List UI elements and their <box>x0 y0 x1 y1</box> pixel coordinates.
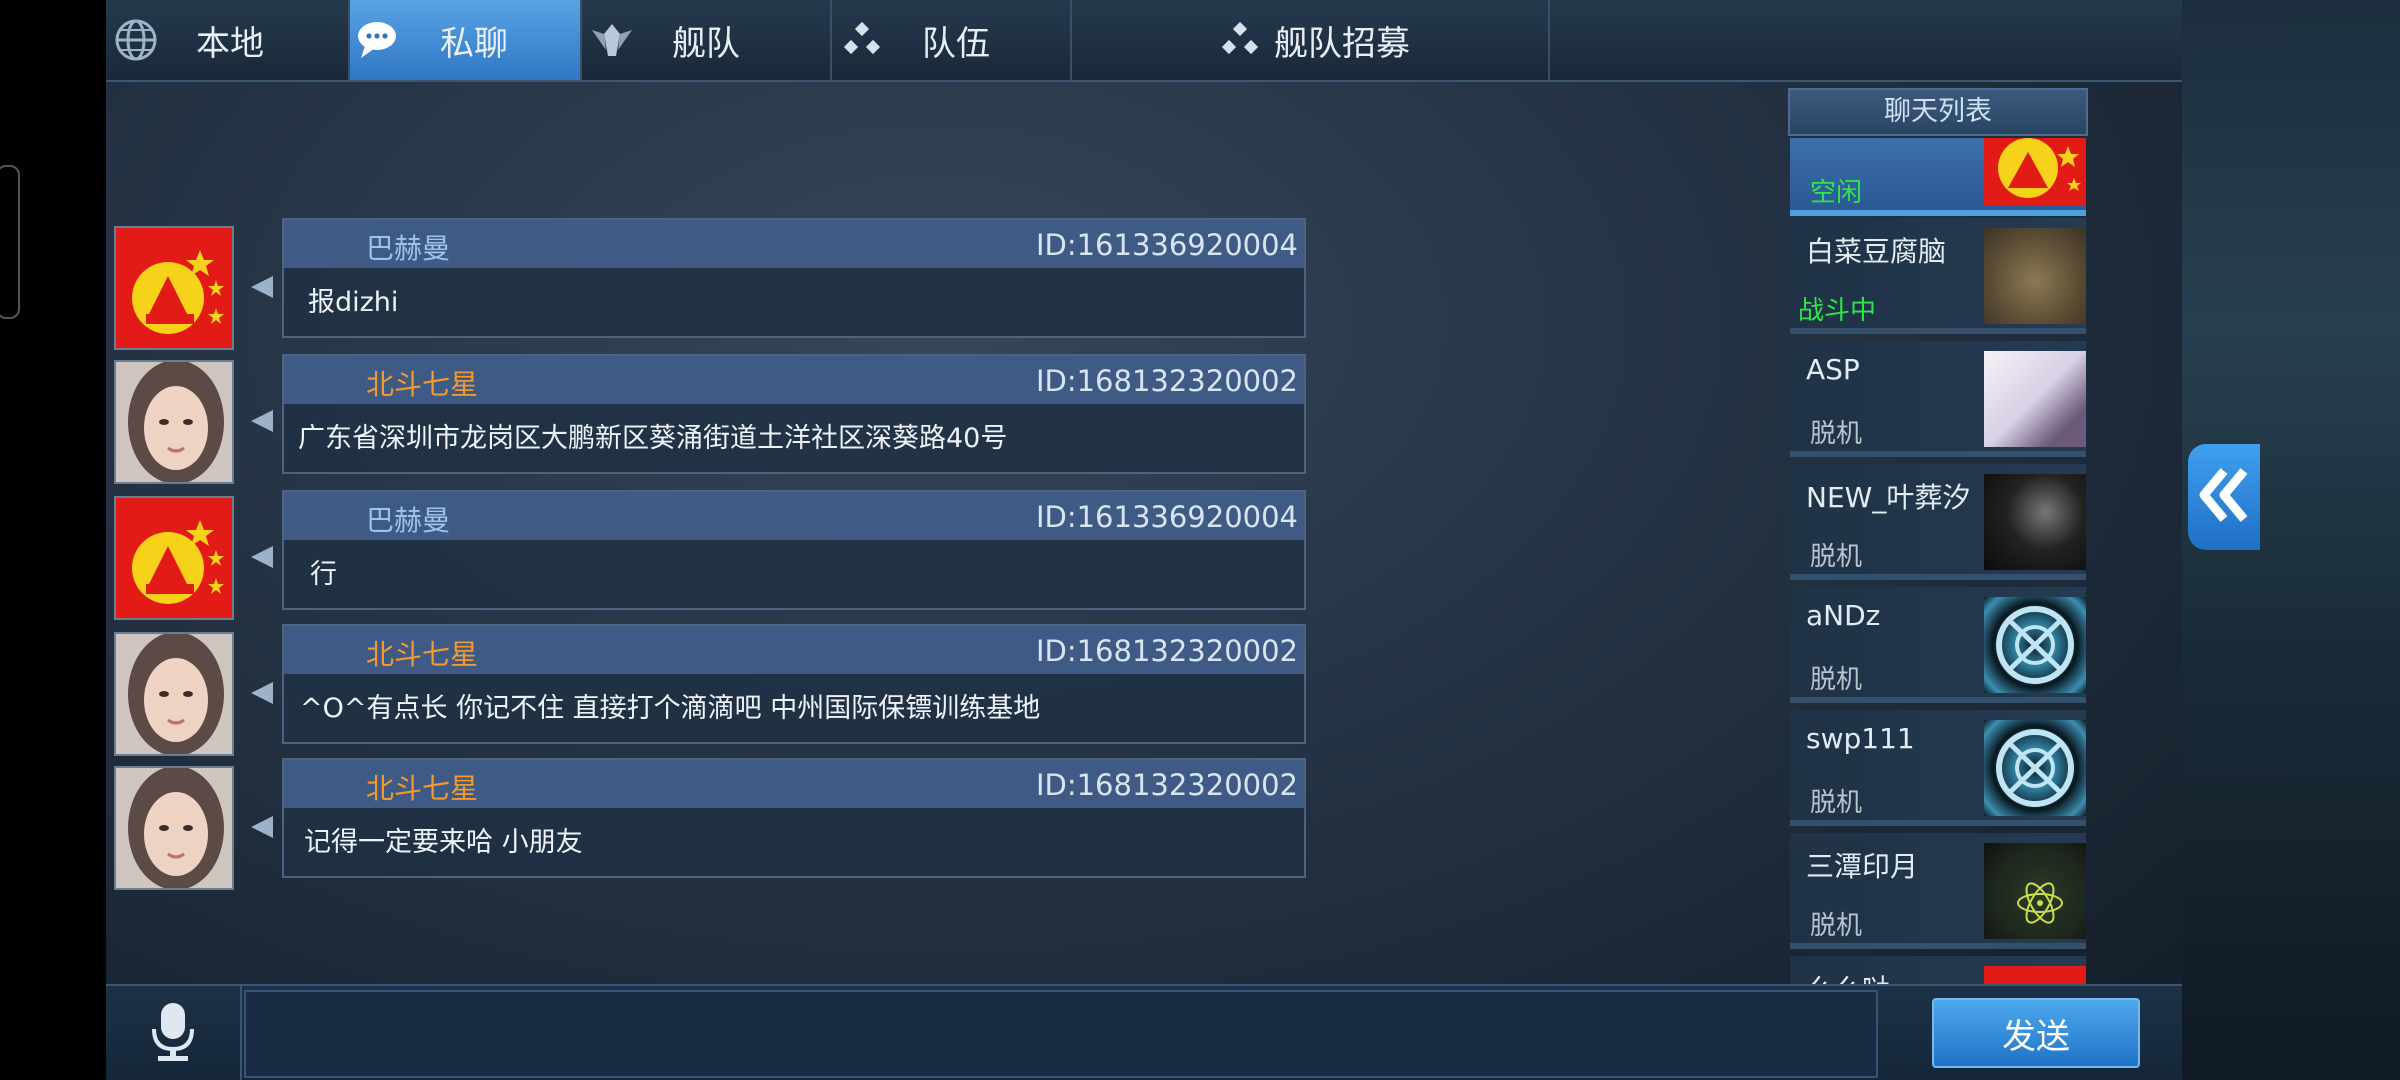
tab-label: 本地 <box>196 23 264 64</box>
message-text: 行 <box>310 559 337 590</box>
contact-name: swp111 <box>1806 722 1915 755</box>
message-bubble: 北斗七星 ID:168132320002 广东省深圳市龙岗区大鹏新区葵涌街道土洋… <box>282 354 1306 474</box>
contact-name: 么么哒 <box>1806 968 1890 984</box>
sender-id: ID:161336920004 <box>1035 228 1298 262</box>
contact-avatar <box>1984 351 2086 447</box>
avatar[interactable] <box>114 766 234 890</box>
avatar[interactable] <box>114 632 234 756</box>
tab-local[interactable]: 本地 <box>106 0 350 80</box>
tab-label: 舰队 <box>672 23 740 64</box>
contact-avatar <box>1984 597 2086 693</box>
team-dots-icon <box>1210 20 1270 60</box>
send-button[interactable]: 发送 <box>1932 998 2140 1068</box>
tab-label: 舰队招募 <box>1274 23 1410 64</box>
tab-private-chat[interactable]: 私聊 <box>350 0 582 80</box>
contact-name: aNDz <box>1806 599 1881 632</box>
contact-avatar <box>1984 720 2086 816</box>
status-label: 脱机 <box>1810 911 1863 941</box>
team-dots-icon <box>832 20 892 60</box>
bubble-pointer <box>251 410 273 432</box>
bubble-pointer <box>251 546 273 568</box>
chat-list-item[interactable]: 么么哒 <box>1790 956 2086 984</box>
contact-avatar <box>1984 138 2086 206</box>
tab-fleet[interactable]: 舰队 <box>582 0 832 80</box>
bubble-pointer <box>251 816 273 838</box>
double-chevron-left-icon <box>2198 465 2250 529</box>
avatar[interactable] <box>114 360 234 484</box>
fleet-emblem-icon <box>582 20 642 60</box>
contact-avatar <box>1984 228 2086 324</box>
microphone-icon <box>148 1001 198 1067</box>
message-text: 报dizhi <box>308 287 399 318</box>
chat-list-item[interactable]: ASP 脱机 <box>1790 341 2086 457</box>
chat-list-item[interactable]: swp111 脱机 <box>1790 710 2086 826</box>
sender-id: ID:168132320002 <box>1035 364 1298 398</box>
sender-id: ID:168132320002 <box>1035 768 1298 802</box>
contact-name: 三潭印月 <box>1806 850 1919 883</box>
status-label: 脱机 <box>1810 665 1863 695</box>
collapse-panel-button[interactable] <box>2188 444 2260 550</box>
tab-team[interactable]: 队伍 <box>832 0 1072 80</box>
status-label: 战斗中 <box>1798 296 1877 326</box>
chat-bubble-icon <box>350 18 410 62</box>
bubble-pointer <box>251 682 273 704</box>
sender-name[interactable]: 北斗七星 <box>366 363 478 403</box>
message-text: 记得一定要来哈 小朋友 <box>304 827 583 858</box>
message-bubble: 巴赫曼 ID:161336920004 报dizhi <box>282 218 1306 338</box>
bubble-pointer <box>251 276 273 298</box>
sender-id: ID:161336920004 <box>1035 500 1298 534</box>
chat-list-item[interactable]: 白菜豆腐脑 战斗中 <box>1790 218 2086 334</box>
contact-avatar <box>1984 843 2086 939</box>
avatar[interactable] <box>114 226 234 350</box>
chat-list-panel: 聊天列表 空闲 白菜豆腐脑 战斗中 ASP 脱机 NEW_叶葬汐 脱机 aNDz… <box>1788 88 2088 984</box>
status-label: 脱机 <box>1810 788 1863 818</box>
sender-name[interactable]: 北斗七星 <box>366 633 478 673</box>
input-bar: 发送 <box>106 984 2182 1080</box>
tab-bar: 本地 私聊 舰队 队伍 舰队招募 <box>106 0 2182 82</box>
tab-label: 队伍 <box>922 23 990 64</box>
status-label: 脱机 <box>1810 542 1863 572</box>
avatar[interactable] <box>114 496 234 620</box>
chat-list-item[interactable]: 三潭印月 脱机 <box>1790 833 2086 949</box>
chat-window: 本地 私聊 舰队 队伍 舰队招募 巴赫曼 ID:161336920004 报di… <box>106 0 2182 1080</box>
message-input[interactable] <box>244 990 1878 1078</box>
contact-name: ASP <box>1806 353 1860 386</box>
message-bubble: 巴赫曼 ID:161336920004 行 <box>282 490 1306 610</box>
globe-icon <box>106 16 166 64</box>
device-edge-handle <box>0 165 20 319</box>
chat-list-item[interactable]: NEW_叶葬汐 脱机 <box>1790 464 2086 580</box>
voice-button[interactable] <box>106 986 242 1080</box>
left-black-border <box>0 0 106 1080</box>
message-text: ^O^有点长 你记不住 直接打个滴滴吧 中州国际保镖训练基地 <box>300 693 1041 724</box>
message-bubble: 北斗七星 ID:168132320002 ^O^有点长 你记不住 直接打个滴滴吧… <box>282 624 1306 744</box>
chat-list-item[interactable]: 空闲 <box>1790 138 2086 216</box>
sender-name[interactable]: 北斗七星 <box>366 767 478 807</box>
sender-name[interactable]: 巴赫曼 <box>366 227 450 267</box>
contact-avatar <box>1984 966 2086 984</box>
sender-name[interactable]: 巴赫曼 <box>366 499 450 539</box>
contact-avatar <box>1984 474 2086 570</box>
message-text: 广东省深圳市龙岗区大鹏新区葵涌街道土洋社区深葵路40号 <box>298 423 1008 454</box>
contact-name: 白菜豆腐脑 <box>1806 235 1947 268</box>
status-label: 脱机 <box>1810 419 1863 449</box>
status-label: 空闲 <box>1810 178 1863 208</box>
sender-id: ID:168132320002 <box>1035 634 1298 668</box>
contact-name: NEW_叶葬汐 <box>1806 481 1971 514</box>
chat-list-title: 聊天列表 <box>1788 88 2088 136</box>
tab-fleet-recruit[interactable]: 舰队招募 <box>1072 0 1550 80</box>
message-bubble: 北斗七星 ID:168132320002 记得一定要来哈 小朋友 <box>282 758 1306 878</box>
tab-label: 私聊 <box>440 23 508 64</box>
chat-list-item[interactable]: aNDz 脱机 <box>1790 587 2086 703</box>
